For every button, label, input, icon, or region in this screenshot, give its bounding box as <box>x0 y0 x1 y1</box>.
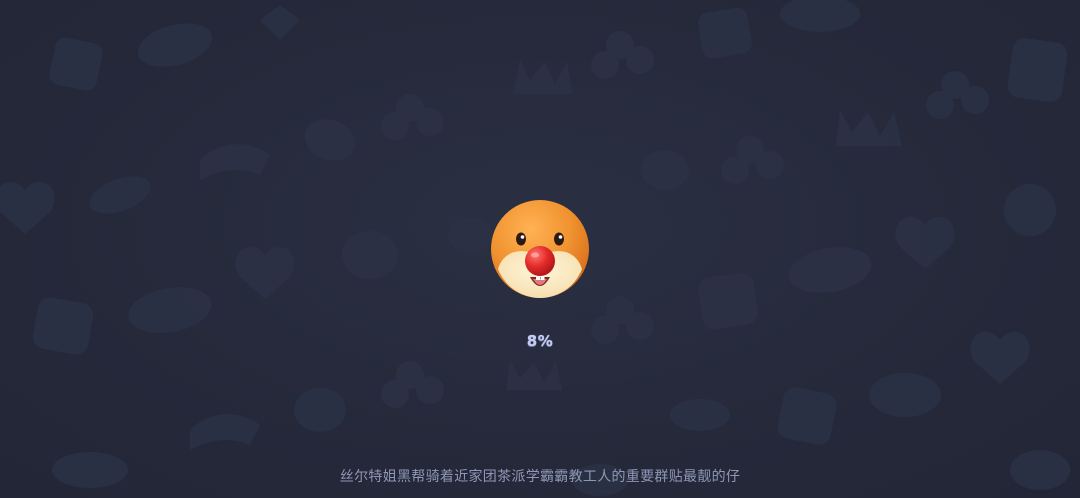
pattern-shape <box>697 7 753 59</box>
pattern-shape <box>641 150 689 190</box>
pattern-shape <box>294 388 346 432</box>
pattern-shape <box>137 23 213 67</box>
pattern-shape <box>448 217 492 253</box>
pattern-shape <box>1004 184 1056 236</box>
pattern-shape <box>128 287 212 333</box>
pattern-shape <box>200 144 270 180</box>
orange-hamster-mascot-icon <box>491 200 589 298</box>
pattern-shape <box>190 414 260 450</box>
pattern-shape <box>698 272 758 330</box>
pattern-shape <box>777 387 837 445</box>
pattern-shape <box>591 31 654 79</box>
pattern-shape <box>49 37 103 91</box>
pattern-shape <box>780 0 860 32</box>
pattern-shape <box>381 361 444 408</box>
loading-tip-text: 丝尔特姐黑帮骑着近家团茶派学霸霸教工人的重要群贴最靓的仔 <box>339 469 741 485</box>
pattern-shape <box>869 373 941 417</box>
pattern-shape <box>304 119 356 161</box>
pattern-shape <box>788 247 872 293</box>
pattern-shape <box>235 246 295 299</box>
pattern-shape <box>506 360 562 390</box>
pattern-shape <box>513 60 573 94</box>
loading-screen: 8% 丝尔特姐黑帮骑着近家团茶派学霸霸教工人的重要群贴最靓的仔 <box>0 0 1080 498</box>
pattern-shape <box>926 71 989 119</box>
pattern-shape <box>381 94 444 140</box>
loading-progress-text: 8% <box>526 332 554 350</box>
pattern-shape <box>0 181 55 234</box>
pattern-shape <box>89 176 151 214</box>
pattern-shape <box>1007 38 1068 103</box>
pattern-shape <box>895 216 955 269</box>
pattern-shape <box>836 110 902 146</box>
pattern-shape <box>260 5 300 40</box>
pattern-shape <box>342 231 398 279</box>
pattern-shape <box>670 399 730 431</box>
pattern-shape <box>721 136 784 184</box>
